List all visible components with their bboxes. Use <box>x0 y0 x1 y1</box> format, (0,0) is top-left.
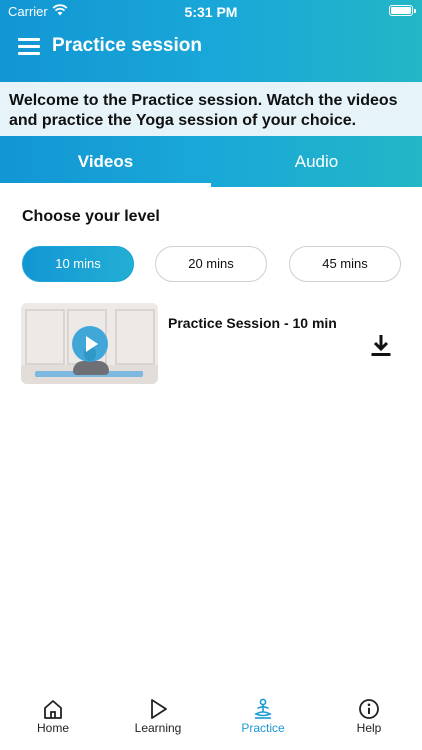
level-20-mins-button[interactable]: 20 mins <box>155 246 267 282</box>
app-header: Carrier 5:31 PM Practice session <box>0 0 422 82</box>
bottom-tab-bar: Home Learning Practice Help <box>0 690 422 750</box>
video-title: Practice Session - 10 min <box>168 315 337 331</box>
status-bar: Carrier 5:31 PM <box>0 0 422 22</box>
active-tab-indicator <box>0 183 211 187</box>
page-title: Practice session <box>52 35 202 56</box>
level-45-mins-button[interactable]: 45 mins <box>289 246 401 282</box>
tabbar-item-home[interactable]: Home <box>18 698 88 735</box>
hamburger-menu-button[interactable] <box>18 38 40 56</box>
level-10-mins-button[interactable]: 10 mins <box>22 246 134 282</box>
tabbar-label-home: Home <box>36 721 69 735</box>
home-icon <box>44 700 62 719</box>
tabbar-label-help: Help <box>356 721 382 735</box>
play-icon[interactable] <box>72 326 108 362</box>
tabbar-item-help[interactable]: Help <box>334 698 404 735</box>
battery-icon <box>389 5 416 16</box>
meditation-icon <box>254 698 272 719</box>
video-thumbnail[interactable] <box>21 303 158 384</box>
tabbar-item-learning[interactable]: Learning <box>123 698 193 735</box>
download-icon[interactable] <box>369 333 393 357</box>
tab-audio[interactable]: Audio <box>211 136 422 187</box>
level-section-title: Choose your level <box>22 208 160 225</box>
tabbar-item-practice[interactable]: Practice <box>228 698 298 735</box>
video-list-item[interactable]: Practice Session - 10 min <box>21 303 401 385</box>
tabbar-label-learning: Learning <box>134 721 182 735</box>
content-tabs: Videos Audio <box>0 136 422 187</box>
info-icon <box>359 699 379 719</box>
status-time: 5:31 PM <box>184 4 238 20</box>
welcome-banner: Welcome to the Practice session. Watch t… <box>0 82 422 136</box>
tabbar-label-practice: Practice <box>241 721 285 735</box>
play-outline-icon <box>151 699 167 719</box>
tab-videos[interactable]: Videos <box>0 136 211 187</box>
